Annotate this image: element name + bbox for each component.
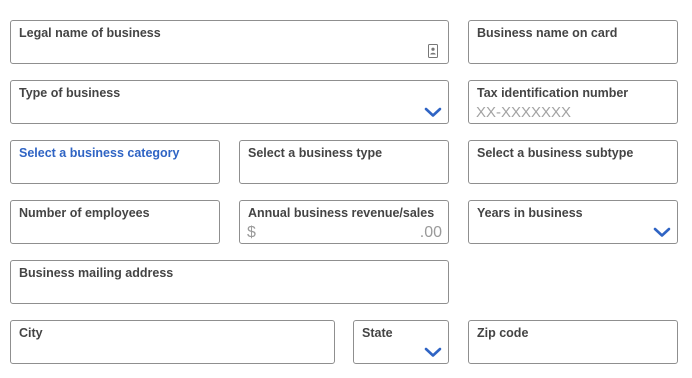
business-type-select[interactable]: Select a business type [239, 140, 449, 184]
annual-revenue-field[interactable]: Annual business revenue/sales $ .00 [239, 200, 449, 244]
zip-code-field[interactable]: Zip code [468, 320, 678, 364]
zip-code-label: Zip code [477, 326, 529, 340]
business-category-select[interactable]: Select a business category [10, 140, 220, 184]
city-label: City [19, 326, 43, 340]
mailing-address-label: Business mailing address [19, 266, 174, 280]
number-of-employees-field[interactable]: Number of employees [10, 200, 220, 244]
tax-id-field[interactable]: Tax identification number XX-XXXXXXX [468, 80, 678, 124]
contact-card-icon [428, 44, 438, 58]
mailing-address-field[interactable]: Business mailing address [10, 260, 449, 304]
chevron-down-icon [424, 347, 442, 357]
cents-suffix: .00 [419, 224, 442, 241]
chevron-down-icon [653, 227, 671, 237]
currency-symbol: $ [247, 224, 256, 241]
business-subtype-label: Select a business subtype [477, 146, 634, 160]
chevron-down-icon [424, 107, 442, 117]
number-of-employees-label: Number of employees [19, 206, 150, 220]
tax-id-placeholder: XX-XXXXXXX [476, 104, 572, 121]
state-label: State [362, 326, 393, 340]
business-name-on-card-label: Business name on card [477, 26, 618, 40]
business-category-label: Select a business category [19, 146, 180, 160]
business-subtype-select[interactable]: Select a business subtype [468, 140, 678, 184]
type-of-business-select[interactable]: Type of business [10, 80, 449, 124]
city-field[interactable]: City [10, 320, 335, 364]
years-in-business-label: Years in business [477, 206, 583, 220]
years-in-business-select[interactable]: Years in business [468, 200, 678, 244]
business-type-label: Select a business type [248, 146, 383, 160]
annual-revenue-label: Annual business revenue/sales [248, 206, 435, 220]
legal-name-field[interactable]: Legal name of business [10, 20, 449, 64]
tax-id-label: Tax identification number [477, 86, 629, 100]
type-of-business-label: Type of business [19, 86, 121, 100]
state-select[interactable]: State [353, 320, 449, 364]
legal-name-label: Legal name of business [19, 26, 161, 40]
business-name-on-card-field[interactable]: Business name on card [468, 20, 678, 64]
